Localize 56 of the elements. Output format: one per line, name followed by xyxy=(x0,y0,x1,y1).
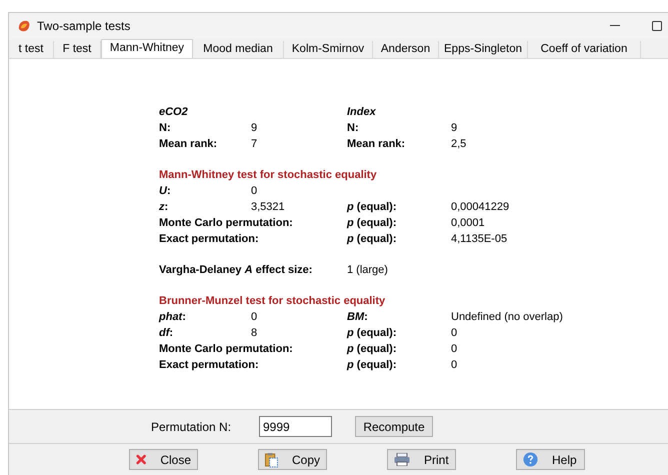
stat-value: 3,5321 xyxy=(251,200,286,215)
stat-label: Mean rank: xyxy=(347,137,406,152)
stat-label: p (equal): xyxy=(347,216,398,231)
stat-label: BM: xyxy=(347,310,369,325)
stat-value: 0 xyxy=(451,358,458,373)
stat-value: 0 xyxy=(451,326,458,341)
stat-value: 1 (large) xyxy=(347,263,388,278)
maximize-icon[interactable] xyxy=(652,21,662,31)
stat-label: N: xyxy=(159,121,172,136)
stat-value: 2,5 xyxy=(451,137,466,152)
stat-label: p (equal): xyxy=(347,342,398,357)
stat-value: 4,1135E-05 xyxy=(451,232,508,247)
stat-value: 8 xyxy=(251,326,258,341)
stat-value: 7 xyxy=(251,137,258,152)
stat-label: Exact permutation: xyxy=(159,232,260,247)
stat-value: 0 xyxy=(251,184,258,199)
close-icon xyxy=(136,453,146,466)
dialog-button[interactable]: Help xyxy=(516,449,585,470)
dialog-button[interactable]: Close xyxy=(129,449,198,470)
stat-label: p (equal): xyxy=(347,326,398,341)
dialog-button[interactable]: Copy xyxy=(258,449,327,470)
stat-label: df: xyxy=(159,326,174,341)
stat-label: z: xyxy=(159,200,170,215)
stat-value: 9 xyxy=(251,121,258,136)
dialog-button[interactable]: Print xyxy=(387,449,456,470)
clipboard-icon xyxy=(265,452,278,468)
stat-value: 0 xyxy=(251,310,258,325)
stat-label: Mean rank: xyxy=(159,137,218,152)
recompute-button[interactable]: Recompute xyxy=(355,416,433,437)
printer-icon xyxy=(394,453,410,466)
tab[interactable]: Mann-Whitney xyxy=(101,39,193,58)
stat-label: p (equal): xyxy=(347,358,398,373)
minimize-icon[interactable] xyxy=(610,25,620,27)
sample-name: eCO2 xyxy=(159,105,189,120)
stat-label: phat: xyxy=(159,310,187,325)
stat-label: p (equal): xyxy=(347,200,398,215)
stat-value: 9 xyxy=(451,121,458,136)
app-logo-icon xyxy=(17,19,31,33)
stat-label: p (equal): xyxy=(347,232,398,247)
stat-value: 0 xyxy=(451,342,458,357)
window-title: Two-sample tests xyxy=(37,18,130,35)
section-heading: Mann-Whitney test for stochastic equality xyxy=(159,168,377,183)
permutation-field[interactable]: 9999 xyxy=(259,416,332,437)
help-icon xyxy=(523,452,538,467)
stat-value: 0,0001 xyxy=(451,216,485,231)
stat-label: U: xyxy=(159,184,172,199)
section-heading: Brunner-Munzel test for stochastic equality xyxy=(159,294,386,309)
sample-name: Index xyxy=(347,105,376,120)
stat-label: Vargha-Delaney A effect size: xyxy=(159,263,314,278)
permutation-label: Permutation N: xyxy=(151,418,232,436)
stat-label: Monte Carlo permutation: xyxy=(159,216,294,231)
stat-value: Undefined (no overlap) xyxy=(451,310,563,325)
stat-label: Monte Carlo permutation: xyxy=(159,342,294,357)
stat-label: Exact permutation: xyxy=(159,358,260,373)
stat-label: N: xyxy=(347,121,360,136)
stat-value: 0,00041229 xyxy=(451,200,510,215)
